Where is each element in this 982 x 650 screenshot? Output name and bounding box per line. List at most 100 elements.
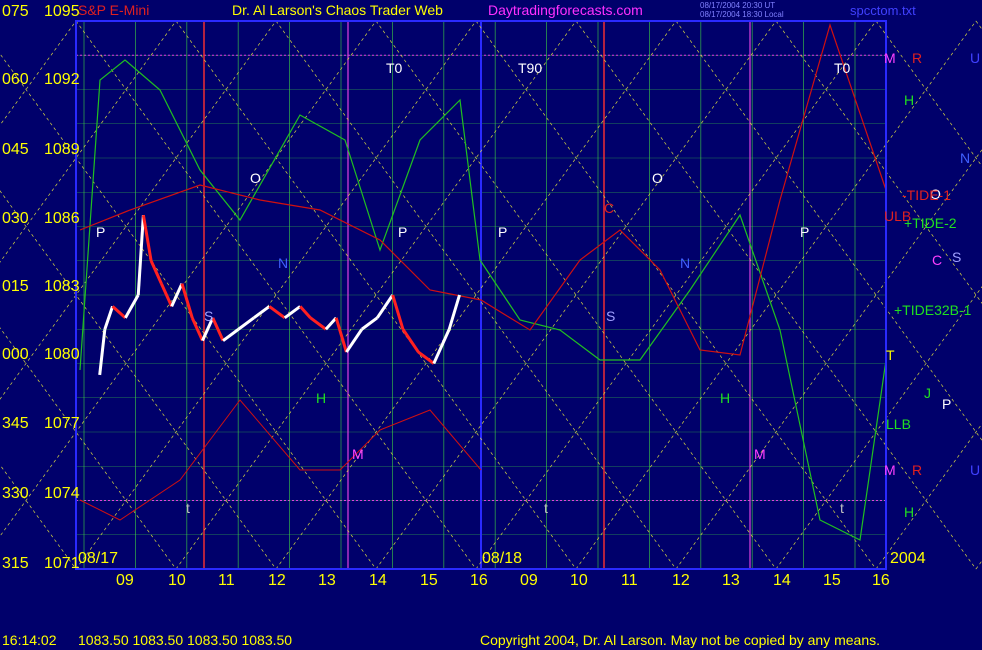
- chart-label-m: M: [352, 446, 364, 462]
- chart-label-p: P: [498, 224, 508, 240]
- y-price-label: 1080: [44, 346, 80, 363]
- y-price-label: 1092: [44, 71, 80, 88]
- price-segment: [136, 214, 145, 296]
- price-segment: [324, 316, 338, 331]
- x-hour-label: 13: [318, 572, 336, 589]
- chart-label-o: O: [652, 170, 663, 186]
- x-hour-label: 12: [268, 572, 286, 589]
- chart-label-h: H: [720, 390, 731, 406]
- tide-2-line: [79, 59, 887, 541]
- chart-label-p: P: [398, 224, 408, 240]
- chart-label-s: S: [606, 308, 616, 324]
- diagonal-line: [975, 20, 982, 30]
- x-hour-label: 09: [116, 572, 134, 589]
- llb-label: LLB: [886, 416, 911, 432]
- price-segment: [376, 294, 394, 319]
- tide-2-label: +TIDE-2: [904, 215, 957, 231]
- y-price-label: 1074: [44, 485, 80, 502]
- chart-label-t: t: [544, 500, 548, 516]
- price-segment: [299, 305, 312, 319]
- chart-label-s: S: [204, 308, 214, 324]
- right-label-h: H: [904, 92, 915, 108]
- x-hour-label: 09: [520, 572, 538, 589]
- price-segment: [432, 328, 451, 365]
- right-label-h2: H: [904, 504, 915, 520]
- price-segment: [283, 305, 302, 320]
- chart-label-t: t: [186, 500, 190, 516]
- x-hour-label: 11: [621, 572, 638, 589]
- tide32b-label: +TIDE32B-1: [894, 302, 972, 318]
- price-segment: [253, 305, 271, 320]
- chart-label-c: C: [604, 200, 615, 216]
- y-price-label: 1071: [44, 555, 80, 572]
- y-angle-label: 345: [2, 415, 29, 432]
- x-hour-label: 16: [872, 572, 890, 589]
- x-hour-label: 13: [722, 572, 740, 589]
- grid-layer: [0, 20, 982, 570]
- price-segment: [401, 328, 420, 353]
- timestamp-ut: 08/17/2004 20:30 UT: [700, 1, 776, 10]
- timestamp-local: 08/17/2004 18:30 Local: [700, 10, 784, 19]
- x-hour-label: 11: [218, 572, 235, 589]
- price-segment: [141, 214, 153, 261]
- right-label-p: P: [942, 396, 952, 412]
- y-price-label: 1077: [44, 415, 80, 432]
- right-label-r2: R: [912, 462, 923, 478]
- x-hour-label: 15: [823, 572, 841, 589]
- footer-copyright: Copyright 2004, Dr. Al Larson. May not b…: [480, 632, 881, 648]
- y-angle-label: 060: [2, 71, 29, 88]
- y-angle-label: 000: [2, 346, 29, 363]
- tide-1-label: -TIDE-1: [902, 187, 951, 203]
- symbol-title: S&P E-Mini: [78, 2, 150, 18]
- chart-label-p: P: [96, 224, 106, 240]
- x-hour-label: 10: [168, 572, 186, 589]
- x-hour-label: 15: [420, 572, 438, 589]
- price-segment: [309, 316, 327, 331]
- footer-time: 16:14:02: [2, 632, 57, 648]
- price-segment: [417, 350, 435, 365]
- y-angle-label: 045: [2, 141, 29, 158]
- date-label-day1: 08/17: [78, 550, 119, 567]
- y-price-label: 1086: [44, 210, 80, 227]
- chart-label-n: N: [680, 255, 691, 271]
- y-angle-label: 030: [2, 210, 29, 227]
- x-hour-label: 10: [570, 572, 588, 589]
- y-angle-label: 075: [2, 3, 29, 20]
- chart-label-h: H: [316, 390, 327, 406]
- right-label-n: N: [960, 150, 971, 166]
- right-label-m2: M: [884, 462, 896, 478]
- right-label-m: M: [884, 50, 896, 66]
- price-segment: [360, 316, 379, 331]
- diagonal-line: [875, 423, 982, 570]
- date-label-day2: 08/18: [482, 550, 523, 567]
- diagonal-line: [875, 20, 982, 167]
- y-price-label: 1083: [44, 278, 80, 295]
- price-segment: [98, 329, 107, 376]
- chart-label-m: M: [754, 446, 766, 462]
- price-segment: [149, 260, 163, 285]
- right-label-r: R: [912, 50, 923, 66]
- x-hour-label: 12: [672, 572, 690, 589]
- y-angle-label: 015: [2, 278, 29, 295]
- chart-label-o: O: [250, 170, 261, 186]
- right-label-t: T: [886, 347, 895, 363]
- chart-label-n: N: [278, 255, 289, 271]
- t0-marker: T0: [386, 60, 403, 76]
- price-segment: [111, 305, 127, 319]
- price-segment: [391, 294, 405, 330]
- y-price-label: 1089: [44, 141, 80, 158]
- diagonal-line: [975, 560, 982, 570]
- price-segment: [268, 305, 286, 320]
- year-label: 2004: [890, 550, 926, 567]
- x-hour-label: 14: [369, 572, 387, 589]
- tide-1-line: [79, 22, 887, 356]
- t90-marker: T90: [518, 60, 543, 76]
- price-segment: [237, 316, 255, 331]
- right-label-u: U: [970, 50, 981, 66]
- right-label-c: C: [932, 252, 943, 268]
- site-link[interactable]: Daytradingforecasts.com: [488, 2, 643, 18]
- chart-label-p: P: [800, 224, 810, 240]
- tide-1-lower-line: [79, 399, 482, 521]
- price-segment: [345, 328, 364, 353]
- y-angle-label: 330: [2, 485, 29, 502]
